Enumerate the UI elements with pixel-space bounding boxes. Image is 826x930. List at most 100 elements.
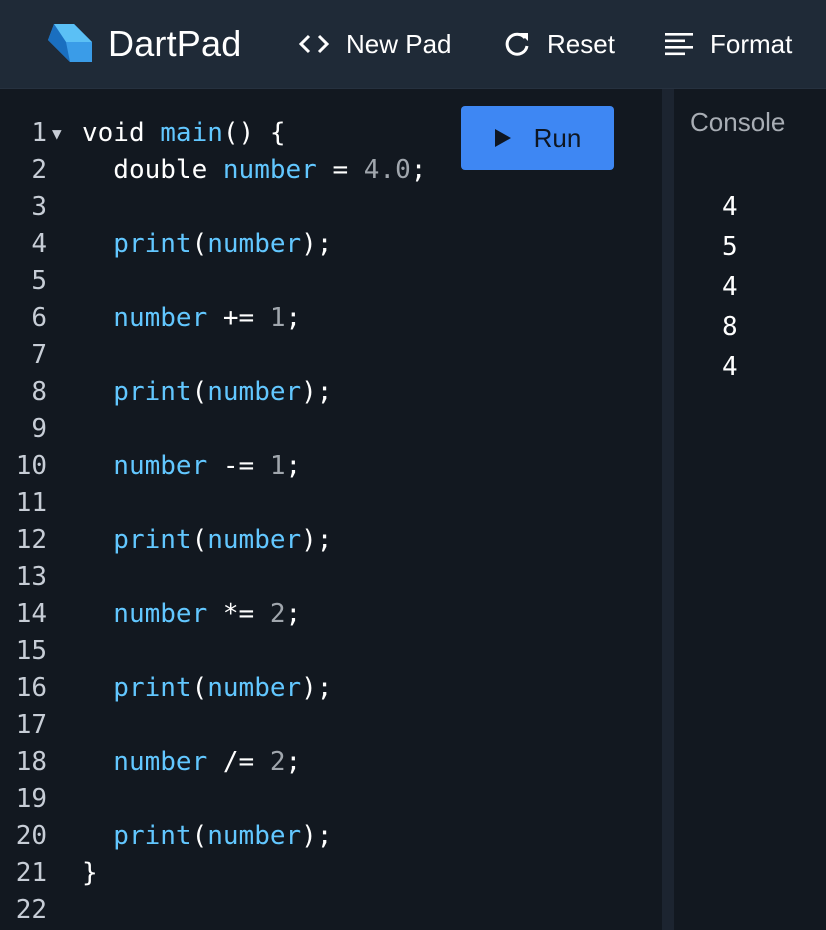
code-token: ;: [285, 747, 302, 777]
code-token: (: [191, 377, 208, 407]
code-line[interactable]: 8 print(number);: [0, 374, 662, 411]
code-token: ;: [410, 155, 427, 185]
line-number: 18: [15, 747, 47, 777]
code-line[interactable]: 6 number += 1;: [0, 300, 662, 337]
code-token: 4.0: [363, 155, 411, 185]
line-number: 4: [31, 229, 47, 259]
code-text: double number = 4.0;: [82, 152, 426, 189]
code-token: number: [82, 747, 208, 777]
code-text: }: [82, 855, 98, 892]
console-output-line: 8: [722, 312, 738, 342]
code-line[interactable]: 9: [0, 411, 662, 448]
fold-arrow-icon[interactable]: ▼: [52, 115, 62, 152]
line-number: 21: [15, 858, 47, 888]
code-token: print: [82, 377, 192, 407]
code-token: ;: [285, 303, 302, 333]
run-label: Run: [533, 122, 582, 153]
code-text: print(number);: [82, 670, 332, 707]
format-button[interactable]: Format: [664, 24, 792, 64]
code-token: 2: [269, 599, 286, 629]
new-pad-button[interactable]: New Pad: [298, 24, 452, 64]
code-line[interactable]: 7: [0, 337, 662, 374]
code-token: );: [301, 673, 333, 703]
play-icon: [494, 129, 511, 147]
line-number: 1: [31, 118, 47, 148]
console-title: Console: [690, 107, 786, 137]
line-number: 17: [15, 710, 47, 740]
code-line[interactable]: 11: [0, 485, 662, 522]
app-title: DartPad: [108, 23, 242, 64]
code-line[interactable]: 21}: [0, 855, 662, 892]
line-number: 22: [15, 895, 47, 925]
new-pad-label: New Pad: [346, 28, 452, 59]
code-text: void main() {: [82, 115, 286, 152]
code-token: );: [301, 525, 333, 555]
code-line[interactable]: 17: [0, 707, 662, 744]
code-text: print(number);: [82, 522, 332, 559]
code-token: (: [191, 821, 208, 851]
code-token: *=: [207, 599, 270, 629]
code-line[interactable]: 20 print(number);: [0, 818, 662, 855]
code-line[interactable]: 4 print(number);: [0, 226, 662, 263]
code-token: void: [82, 118, 161, 148]
code-line[interactable]: 19: [0, 781, 662, 818]
format-lines-icon: [665, 33, 693, 56]
line-number: 15: [15, 636, 47, 666]
code-line[interactable]: 13: [0, 559, 662, 596]
code-token: number: [207, 821, 302, 851]
code-line[interactable]: 5: [0, 263, 662, 300]
console-output-line: 4: [722, 272, 738, 302]
console-output-line: 5: [722, 232, 738, 262]
code-token: print: [82, 525, 192, 555]
code-token: 1: [269, 451, 286, 481]
code-line[interactable]: 16 print(number);: [0, 670, 662, 707]
code-line[interactable]: 18 number /= 2;: [0, 744, 662, 781]
code-token: print: [82, 821, 192, 851]
format-label: Format: [710, 28, 793, 59]
line-number: 5: [31, 266, 47, 296]
code-text: number -= 1;: [82, 448, 301, 485]
code-line[interactable]: 15: [0, 633, 662, 670]
code-line[interactable]: 3: [0, 189, 662, 226]
code-token: number: [82, 451, 208, 481]
line-number: 6: [31, 303, 47, 333]
code-line[interactable]: 12 print(number);: [0, 522, 662, 559]
code-text: number *= 2;: [82, 596, 301, 633]
code-line[interactable]: 10 number -= 1;: [0, 448, 662, 485]
console-panel: Console 4 5 4 8 4: [674, 89, 826, 930]
app-header: DartPad New Pad Reset Format: [0, 0, 826, 89]
code-line[interactable]: 22: [0, 892, 662, 929]
code-editor[interactable]: 1 ▼ void main() {2 double number = 4.0; 3 4 …: [0, 89, 662, 930]
code-line[interactable]: 14 number *= 2;: [0, 596, 662, 633]
line-number: 19: [15, 784, 47, 814]
code-token: print: [82, 229, 192, 259]
code-token: ;: [285, 599, 302, 629]
reset-button[interactable]: Reset: [503, 24, 615, 64]
code-token: (: [191, 673, 208, 703]
line-number: 10: [15, 451, 47, 481]
code-token: (: [191, 525, 208, 555]
refresh-icon: [505, 32, 529, 56]
code-token: =: [316, 155, 364, 185]
code-token: () {: [222, 118, 286, 148]
panel-splitter[interactable]: [662, 89, 674, 930]
code-token: main: [160, 118, 223, 148]
run-button[interactable]: Run: [461, 106, 614, 170]
code-token: number: [207, 229, 302, 259]
code-text: print(number);: [82, 226, 332, 263]
code-token: number: [207, 673, 302, 703]
code-brackets-icon: [298, 34, 330, 54]
line-number: 16: [15, 673, 47, 703]
code-token: -=: [207, 451, 270, 481]
console-output-line: 4: [722, 192, 738, 222]
dart-logo: [48, 24, 92, 62]
line-number: 11: [15, 488, 47, 518]
code-text: print(number);: [82, 818, 332, 855]
code-token: /=: [207, 747, 270, 777]
line-number: 13: [15, 562, 47, 592]
brand[interactable]: DartPad: [44, 22, 241, 66]
line-number: 14: [15, 599, 47, 629]
code-token: +=: [207, 303, 270, 333]
code-token: );: [301, 377, 333, 407]
code-token: );: [301, 229, 333, 259]
